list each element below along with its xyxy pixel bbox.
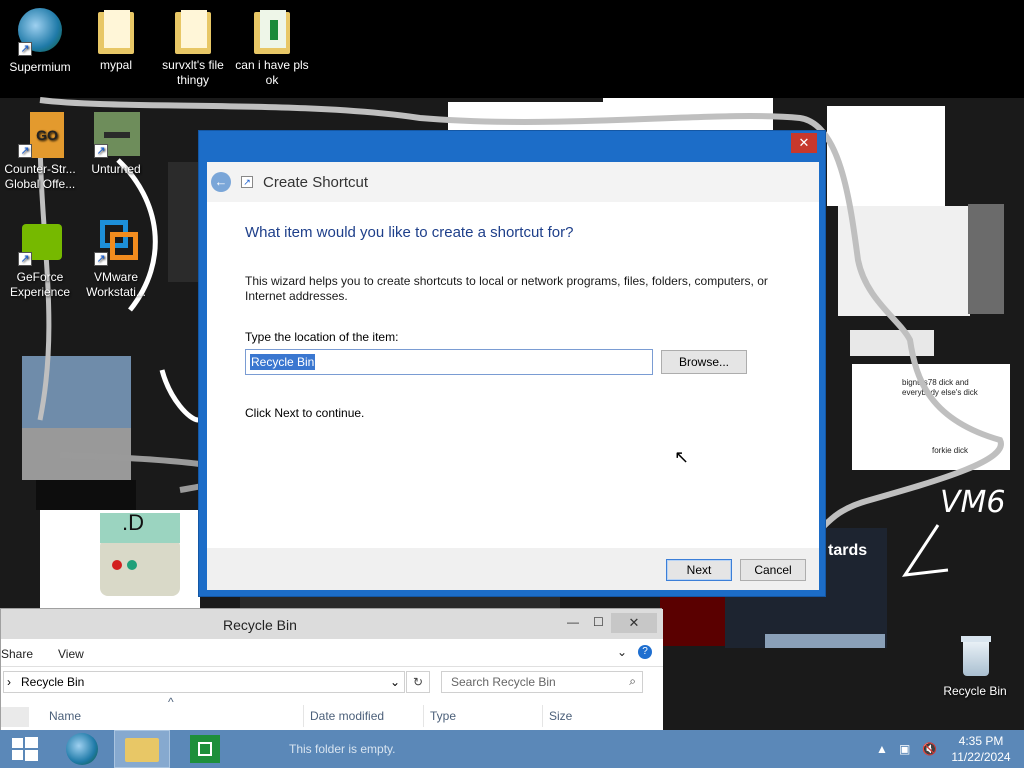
clock-time: 4:35 PM: [958, 734, 1004, 748]
desktop-icon-geforce[interactable]: ↗ GeForce Experience: [0, 218, 80, 300]
ribbon-tab-view[interactable]: View: [58, 647, 84, 661]
tray-expand-icon[interactable]: ▲: [876, 742, 888, 756]
dialog-close-button[interactable]: ✕: [791, 133, 817, 153]
dialog-body: What item would you like to create a sho…: [207, 202, 819, 548]
search-placeholder: Search Recycle Bin: [451, 675, 556, 689]
back-arrow-icon[interactable]: ←: [211, 172, 231, 192]
shortcut-arrow-icon: ↗: [94, 144, 108, 158]
wallpaper-note-2: forkie dick: [932, 446, 969, 455]
explorer-title: Recycle Bin: [223, 617, 297, 633]
network-icon[interactable]: ▣: [899, 742, 910, 756]
vmware-icon: ↗: [92, 218, 140, 266]
column-size[interactable]: Size: [549, 709, 572, 723]
wallpaper-tards-text: tards: [828, 542, 868, 559]
taskbar-file-explorer[interactable]: [114, 730, 170, 768]
folder-icon: [92, 6, 140, 54]
mouse-cursor-icon: ↖: [674, 447, 690, 467]
desktop-icon-recycle-bin[interactable]: Recycle Bin: [935, 632, 1015, 699]
desktop-icon-vmware[interactable]: ↗ VMware Workstati...: [76, 218, 156, 300]
desktop-icon-can-i-have[interactable]: can i have pls ok: [232, 6, 312, 88]
taskbar: This folder is empty. ▲ ▣ 🔇 4:35 PM 11/2…: [0, 730, 1024, 768]
column-headers: Name ^ Date modified Type Size: [1, 695, 663, 731]
continue-hint: Click Next to continue.: [245, 406, 365, 420]
column-date-modified[interactable]: Date modified: [310, 709, 384, 723]
desktop-icon-label: mypal: [99, 58, 132, 72]
start-button[interactable]: [0, 730, 50, 768]
ribbon-expand-icon[interactable]: ⌄: [617, 645, 627, 659]
desktop-icon-label: Supermium: [9, 60, 71, 74]
search-icon: ⌕: [629, 674, 636, 688]
shortcut-arrow-icon: ↗: [18, 144, 32, 158]
desktop-icon-label: Counter-Str... Global Offe...: [4, 162, 76, 191]
folder-icon: [169, 6, 217, 54]
supermium-icon: ↗: [16, 8, 64, 56]
shortcut-arrow-icon: ↗: [18, 42, 32, 56]
breadcrumb: Recycle Bin: [21, 675, 85, 689]
explorer-ribbon: Share View ⌄ ?: [1, 639, 663, 667]
breadcrumb-chevron-icon: ›: [7, 675, 11, 689]
desktop-icon-label: survxlt's file thingy: [162, 58, 224, 87]
address-dropdown-icon[interactable]: ⌄: [390, 675, 400, 689]
column-name[interactable]: Name: [49, 709, 81, 723]
column-type[interactable]: Type: [430, 709, 456, 723]
minimize-icon[interactable]: —: [567, 615, 579, 629]
create-shortcut-dialog: ✕ ← ↗ Create Shortcut What item would yo…: [198, 130, 826, 597]
desktop-icon-label: Unturned: [91, 162, 141, 176]
unturned-icon: ↗: [92, 110, 140, 158]
desktop-icon-label: can i have pls ok: [235, 58, 309, 87]
csgo-icon: GO ↗: [16, 110, 64, 158]
wallpaper-note-1: bignuts78 dick and everybody else's dick: [902, 378, 978, 397]
volume-muted-icon[interactable]: 🔇: [922, 742, 937, 756]
desktop-icon-supermium[interactable]: ↗ Supermium: [0, 6, 80, 75]
explorer-title-bar: Recycle Bin — ☐ ✕: [1, 609, 663, 639]
desktop-icon-survxlt[interactable]: survxlt's file thingy: [153, 6, 233, 88]
navigation-pane[interactable]: [1, 707, 29, 727]
ribbon-tab-share[interactable]: Share: [1, 647, 33, 661]
shortcut-arrow-icon: ↗: [94, 252, 108, 266]
desktop-icon-label: Recycle Bin: [943, 684, 1007, 698]
desktop-icon-label: VMware Workstati...: [86, 270, 146, 299]
desktop-icon-csgo[interactable]: GO ↗ Counter-Str... Global Offe...: [0, 110, 80, 192]
location-input-value: Recycle Bin: [250, 354, 316, 370]
folder-icon: [248, 6, 296, 54]
location-label: Type the location of the item:: [245, 330, 399, 344]
sort-arrow-icon: ^: [168, 695, 174, 709]
search-input[interactable]: Search Recycle Bin ⌕: [441, 671, 643, 693]
address-bar[interactable]: › Recycle Bin ⌄: [3, 671, 405, 693]
windows-logo-icon: [12, 737, 38, 761]
browse-button[interactable]: Browse...: [661, 350, 747, 374]
help-icon[interactable]: ?: [638, 645, 652, 659]
dialog-header: ← ↗ Create Shortcut: [207, 162, 819, 202]
wizard-heading: What item would you like to create a sho…: [245, 224, 574, 241]
next-button[interactable]: Next: [666, 559, 732, 581]
taskbar-store[interactable]: [178, 730, 234, 768]
explorer-close-button[interactable]: ✕: [611, 613, 657, 633]
refresh-icon[interactable]: ↻: [406, 671, 430, 693]
supermium-icon: [66, 733, 98, 765]
desktop-icon-mypal[interactable]: mypal: [76, 6, 156, 73]
dialog-footer: Next Cancel: [207, 548, 819, 590]
desktop-icon-unturned[interactable]: ↗ Unturned: [76, 110, 156, 177]
recycle-bin-icon: [951, 632, 999, 680]
wizard-description: This wizard helps you to create shortcut…: [245, 274, 768, 303]
d-face-text: .D: [122, 510, 144, 535]
shortcut-arrow-icon: ↗: [18, 252, 32, 266]
recycle-bin-window: Recycle Bin — ☐ ✕ Share View ⌄ ? › Recyc…: [0, 608, 663, 731]
geforce-icon: ↗: [16, 218, 64, 266]
location-input[interactable]: Recycle Bin: [245, 349, 653, 375]
explorer-empty-message: This folder is empty.: [289, 742, 396, 756]
shortcut-wizard-icon: ↗: [241, 176, 253, 188]
dialog-title: Create Shortcut: [263, 174, 369, 191]
desktop-icon-label: GeForce Experience: [9, 270, 71, 299]
cancel-button[interactable]: Cancel: [740, 559, 806, 581]
clock-date: 11/22/2024: [951, 750, 1011, 764]
taskbar-clock[interactable]: 4:35 PM 11/22/2024: [948, 733, 1014, 765]
address-row: › Recycle Bin ⌄ ↻ Search Recycle Bin ⌕: [1, 667, 663, 701]
folder-icon: [125, 738, 159, 762]
maximize-icon[interactable]: ☐: [593, 615, 604, 629]
taskbar-supermium[interactable]: [58, 730, 106, 768]
